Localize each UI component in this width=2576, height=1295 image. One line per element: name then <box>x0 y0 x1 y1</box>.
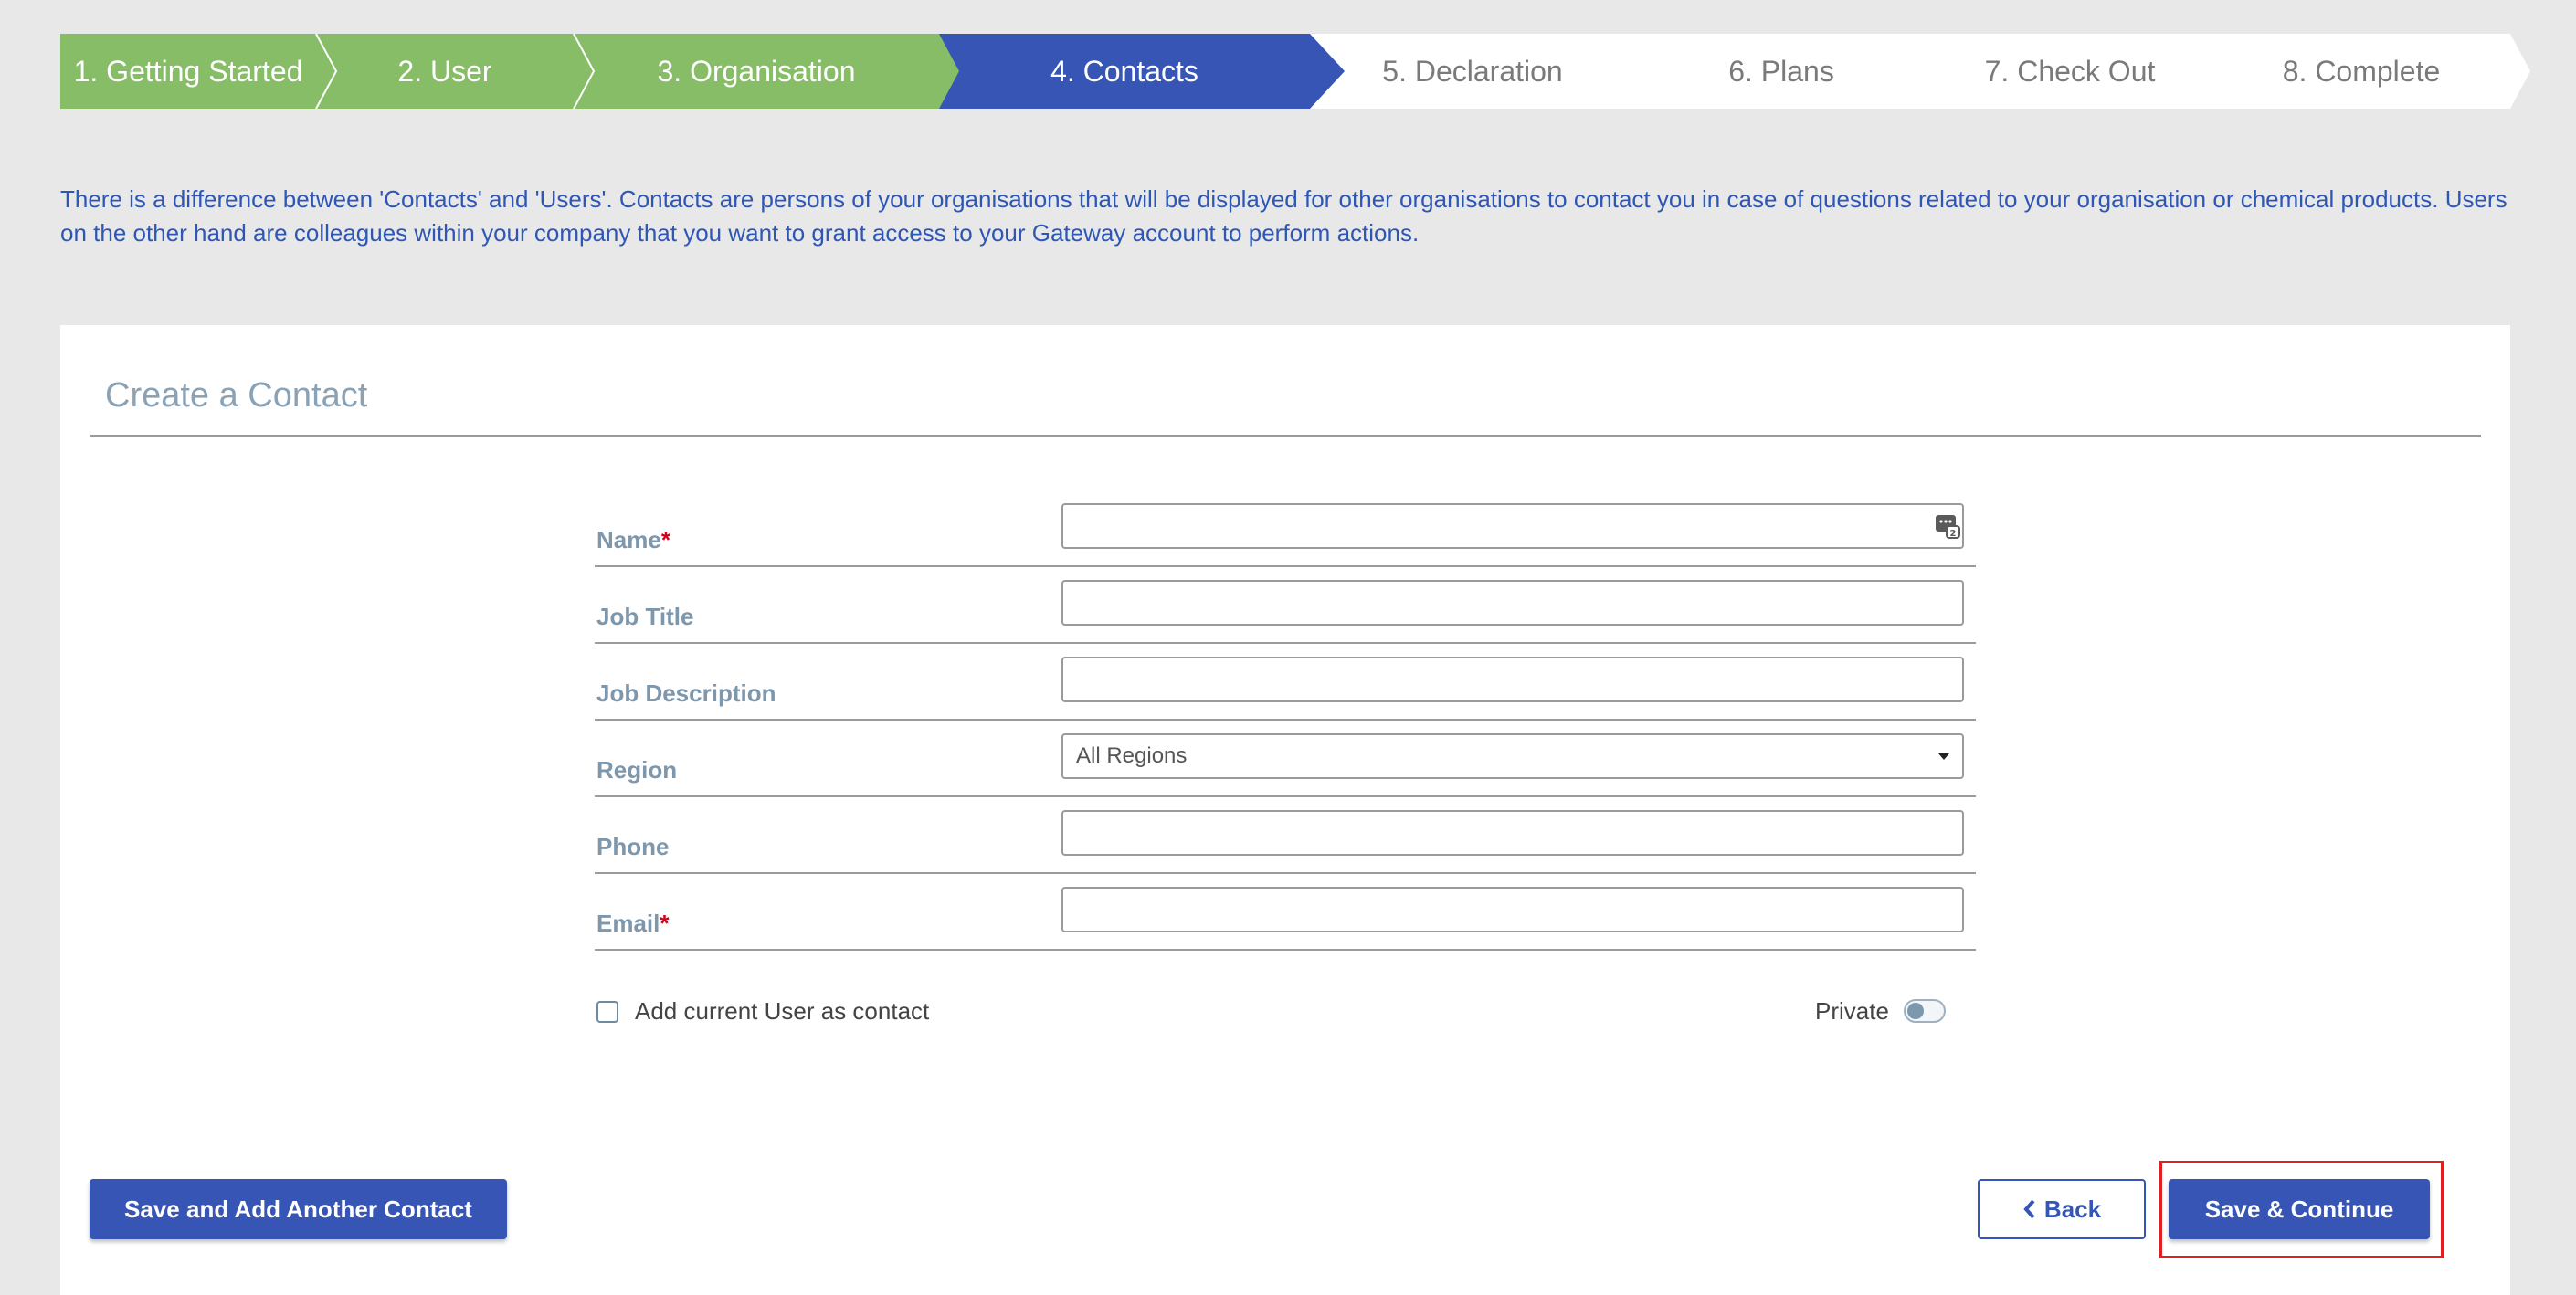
email-row: Email* <box>595 874 1976 951</box>
job-title-label: Job Title <box>596 603 694 630</box>
step-label: 6. Plans <box>1728 54 1834 88</box>
step-complete[interactable]: 8. Complete <box>2212 34 2510 109</box>
step-label: 2. User <box>397 54 492 88</box>
step-organisation[interactable]: 3. Organisation <box>574 34 939 109</box>
private-label: Private <box>1815 997 1889 1025</box>
job-title-input[interactable] <box>1061 580 1964 626</box>
wizard-steps: 1. Getting Started 2. User 3. Organisati… <box>60 33 2510 110</box>
step-getting-started[interactable]: 1. Getting Started <box>60 34 316 109</box>
step-contacts[interactable]: 4. Contacts <box>939 34 1310 109</box>
step-label: 8. Complete <box>2282 54 2441 88</box>
region-row: Region All Regions <box>595 721 1976 797</box>
contact-card-icon[interactable]: 2 <box>1934 512 1961 540</box>
step-separator-icon <box>939 34 959 109</box>
svg-text:2: 2 <box>1950 529 1957 539</box>
region-select[interactable]: All Regions <box>1061 733 1964 779</box>
email-label: Email* <box>596 910 670 938</box>
region-selected-value: All Regions <box>1076 743 1188 768</box>
add-current-user-label[interactable]: Add current User as contact <box>635 997 929 1026</box>
chevron-left-icon <box>2023 1199 2035 1219</box>
email-input[interactable] <box>1061 887 1964 932</box>
step-label: 3. Organisation <box>657 54 856 88</box>
region-label: Region <box>596 756 678 784</box>
private-toggle[interactable] <box>1904 999 1946 1023</box>
required-marker: * <box>660 526 670 553</box>
contacts-users-info: There is a difference between 'Contacts'… <box>60 185 2507 247</box>
email-label-text: Email <box>596 910 660 937</box>
step-separator-icon <box>573 33 596 110</box>
name-row: Name* 2 <box>595 490 1976 567</box>
step-declaration[interactable]: 5. Declaration <box>1310 34 1635 109</box>
save-and-add-another-contact-button[interactable]: Save and Add Another Contact <box>90 1179 507 1239</box>
back-button-label: Back <box>2043 1195 2102 1223</box>
contact-options: Add current User as contact Private <box>596 995 1967 1032</box>
highlight-box <box>2159 1161 2444 1258</box>
step-plans[interactable]: 6. Plans <box>1635 34 1927 109</box>
step-separator-icon <box>315 33 338 110</box>
job-description-input[interactable] <box>1061 657 1964 702</box>
chevron-down-icon <box>1938 753 1949 760</box>
step-label: 4. Contacts <box>1050 54 1198 88</box>
toggle-knob <box>1907 1003 1924 1019</box>
job-description-label: Job Description <box>596 679 776 707</box>
required-marker: * <box>660 910 670 937</box>
step-label: 1. Getting Started <box>73 54 303 88</box>
add-current-user-checkbox[interactable] <box>596 1001 618 1023</box>
name-label: Name* <box>596 526 670 554</box>
phone-input[interactable] <box>1061 810 1964 856</box>
step-label: 5. Declaration <box>1382 54 1563 88</box>
create-contact-card: Create a Contact Name* 2 Job Title Job D… <box>60 325 2510 1295</box>
step-active-arrow-icon <box>1310 34 1345 109</box>
card-title: Create a Contact <box>105 376 368 415</box>
phone-row: Phone <box>595 797 1976 874</box>
name-input[interactable] <box>1061 503 1964 549</box>
job-title-row: Job Title <box>595 567 1976 644</box>
step-check-out[interactable]: 7. Check Out <box>1927 34 2212 109</box>
job-description-row: Job Description <box>595 644 1976 721</box>
step-label: 7. Check Out <box>1984 54 2156 88</box>
title-divider <box>90 435 2481 437</box>
phone-label: Phone <box>596 833 670 860</box>
back-button[interactable]: Back <box>1978 1179 2146 1239</box>
name-label-text: Name <box>596 526 661 553</box>
step-end-arrow-icon <box>2510 34 2530 109</box>
